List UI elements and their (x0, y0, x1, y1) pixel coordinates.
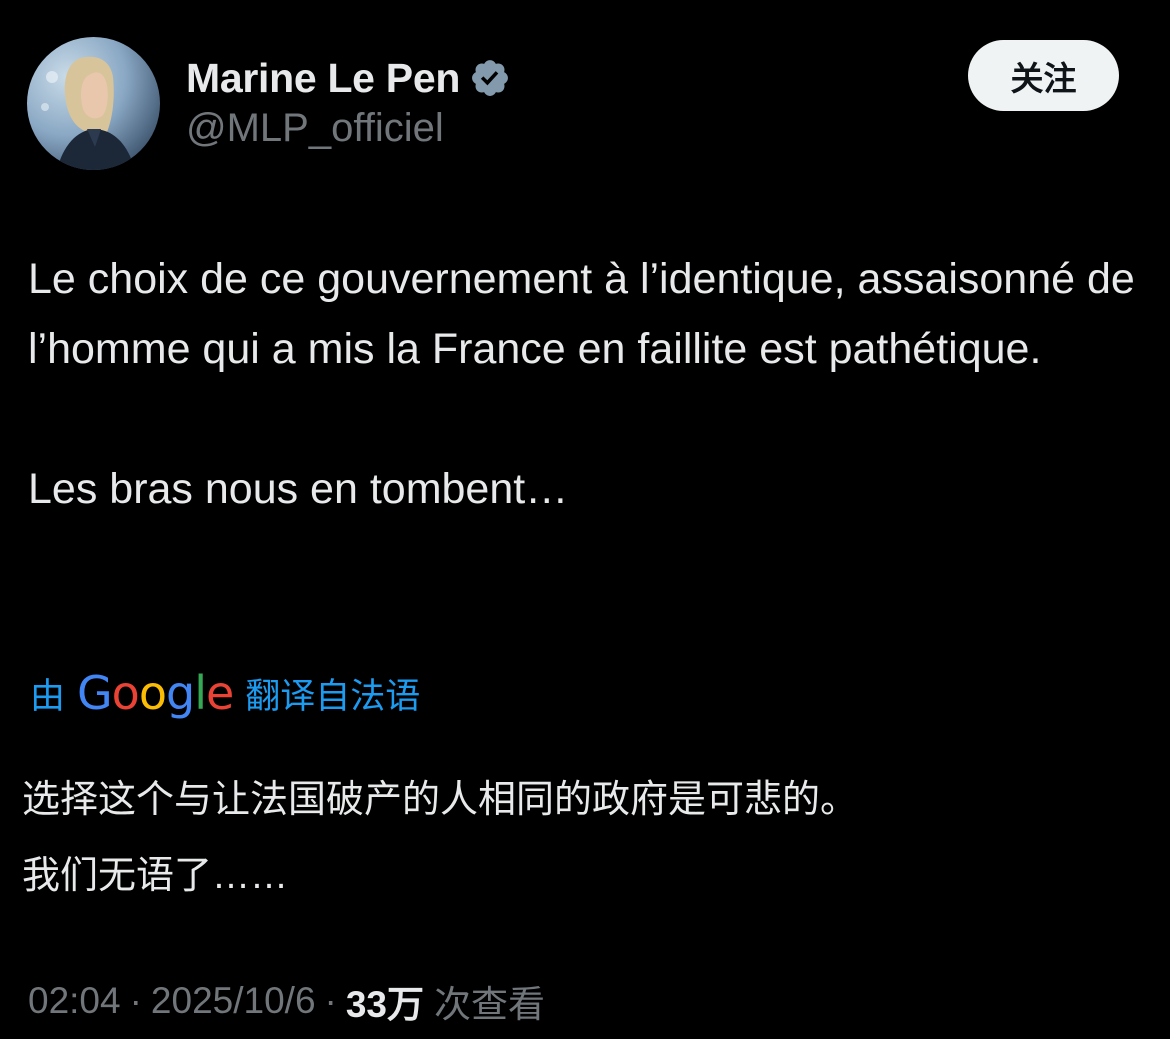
tweet-paragraph: Les bras nous en tombent… (28, 465, 569, 513)
views-label: 次查看 (434, 984, 546, 1025)
author-name-row[interactable]: Marine Le Pen (186, 52, 511, 104)
views-count[interactable]: 33万 (346, 974, 424, 1028)
author-handle[interactable]: @MLP_officiel (186, 106, 444, 151)
translation-prefix: 由 (30, 676, 66, 716)
translated-text: 选择这个与让法国破产的人相同的政府是可悲的。 我们无语了…… (22, 762, 1142, 914)
tweet-date[interactable]: 2025/10/6 (151, 980, 316, 1022)
tweet-paragraph: Le choix de ce gouvernement à l’identiqu… (28, 255, 1135, 373)
translated-line: 我们无语了…… (22, 855, 289, 897)
follow-button[interactable]: 关注 (968, 40, 1119, 111)
author-display-name[interactable]: Marine Le Pen (186, 55, 460, 102)
tweet-meta: 02:04 · 2025/10/6 · 33万 次查看 (28, 975, 545, 1027)
translation-source-label: 翻译自法语 (245, 676, 421, 716)
verified-badge-icon (472, 60, 509, 96)
avatar-photo (27, 37, 160, 170)
translation-attribution[interactable]: 由 Google 翻译自法语 (30, 664, 420, 722)
meta-separator: · (129, 980, 142, 1021)
meta-separator: · (324, 980, 337, 1021)
tweet-time[interactable]: 02:04 (28, 980, 121, 1022)
tweet-text: Le choix de ce gouvernement à l’identiqu… (28, 244, 1143, 524)
translated-line: 选择这个与让法国破产的人相同的政府是可悲的。 (22, 779, 859, 821)
google-logo: Google (77, 666, 234, 720)
avatar[interactable] (27, 37, 160, 170)
